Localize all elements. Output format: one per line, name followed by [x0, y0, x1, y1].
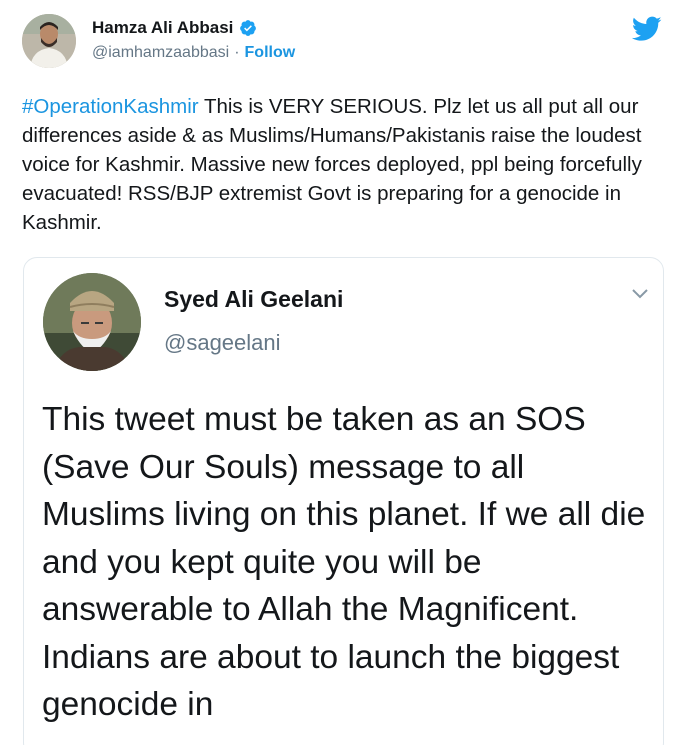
hashtag-link[interactable]: #OperationKashmir — [22, 95, 199, 118]
author-handle[interactable]: @iamhamzaabbasi — [92, 44, 229, 62]
author-avatar[interactable] — [22, 14, 76, 68]
author-display-name[interactable]: Hamza Ali Abbasi — [92, 18, 233, 38]
quoted-tweet-text: This tweet must be taken as an SOS (Save… — [42, 401, 646, 723]
verified-badge-icon — [240, 20, 257, 36]
tweet-header: Hamza Ali Abbasi @iamhamzaabbasi · Follo… — [22, 14, 662, 78]
twitter-bird-icon[interactable] — [632, 16, 662, 42]
author-handle-row: @iamhamzaabbasi · Follow — [92, 44, 295, 62]
follow-button[interactable]: Follow — [245, 44, 296, 62]
author-name-row: Hamza Ali Abbasi — [92, 18, 257, 38]
quoted-author-handle[interactable]: @sageelani — [164, 330, 281, 356]
quoted-author-avatar[interactable] — [43, 273, 141, 371]
tweet-text: #OperationKashmir This is VERY SERIOUS. … — [22, 92, 662, 237]
quoted-tweet-card[interactable]: Syed Ali Geelani @sageelani This tweet m… — [23, 257, 664, 745]
chevron-down-icon[interactable] — [631, 288, 649, 300]
handle-separator: · — [234, 44, 240, 61]
tweet-embed: Hamza Ali Abbasi @iamhamzaabbasi · Follo… — [0, 0, 683, 745]
quoted-author-name[interactable]: Syed Ali Geelani — [164, 286, 343, 313]
